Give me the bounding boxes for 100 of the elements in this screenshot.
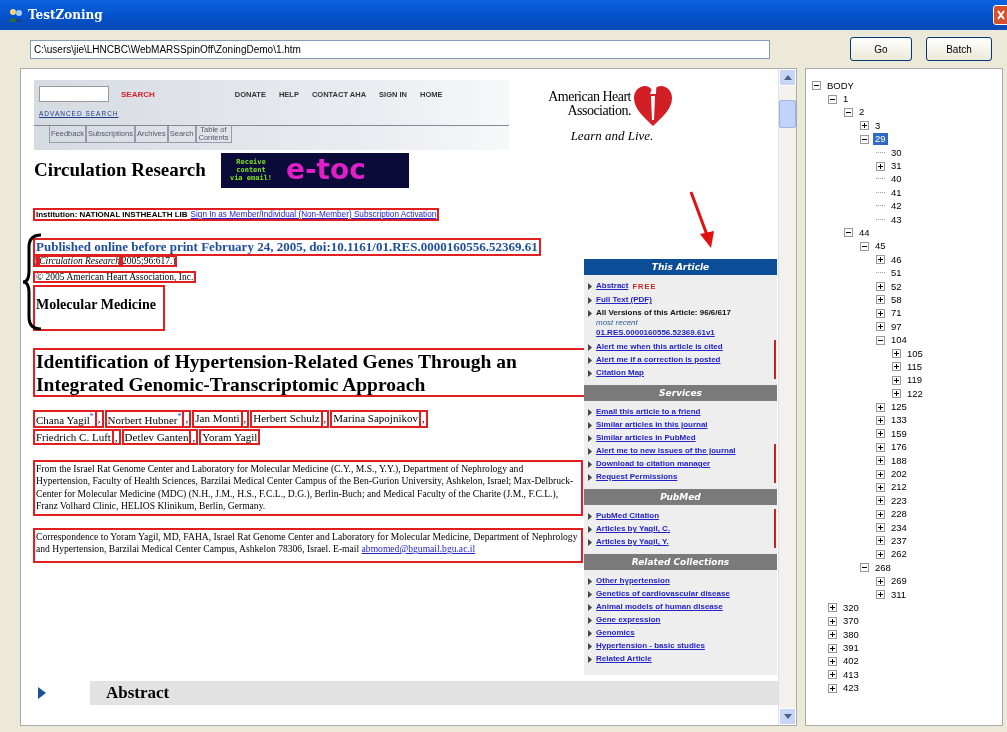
tree-node[interactable]: 2: [857, 106, 867, 119]
expand-icon[interactable]: [828, 630, 837, 640]
sidebar-link[interactable]: Genomics: [596, 628, 635, 637]
sidebar-link[interactable]: Email this article to a friend: [596, 407, 701, 416]
expand-icon[interactable]: [828, 683, 837, 693]
tree-node[interactable]: 41: [889, 186, 904, 199]
tree-node[interactable]: 51: [889, 267, 904, 280]
expand-icon[interactable]: [828, 670, 837, 680]
author-name[interactable]: Friedrich C. Luft: [34, 429, 113, 444]
tree-node[interactable]: 119: [905, 374, 925, 387]
collapse-icon[interactable]: [844, 228, 853, 238]
expand-icon[interactable]: [828, 616, 837, 626]
collapse-icon[interactable]: [844, 107, 853, 117]
sidebar-link[interactable]: Request Permissions: [596, 472, 678, 481]
sidebar-link[interactable]: Alert me if a correction is posted: [596, 355, 721, 364]
sidebar-link[interactable]: Citation Map: [596, 368, 644, 377]
tree-node[interactable]: 44: [857, 227, 872, 239]
sidebar-link[interactable]: Articles by Yagil, Y.: [596, 537, 669, 546]
tree-node[interactable]: 42: [889, 200, 904, 213]
search-button[interactable]: SEARCH: [121, 89, 155, 99]
expand-icon[interactable]: [876, 295, 885, 305]
tree-node[interactable]: 3: [873, 119, 883, 132]
author-name[interactable]: Chana Yagil$^{*}$: [34, 411, 96, 427]
author-name[interactable]: Marina Sapojnikov: [331, 411, 420, 427]
collapse-icon[interactable]: [860, 241, 869, 251]
vertical-scrollbar[interactable]: [778, 69, 796, 725]
expand-icon[interactable]: [892, 349, 901, 358]
tree-node[interactable]: 269: [889, 575, 909, 588]
tree-node[interactable]: 125: [889, 401, 909, 414]
sidebar-link[interactable]: Similar articles in PubMed: [596, 433, 696, 442]
toolbar-button[interactable]: Go: [850, 37, 912, 61]
tree-node[interactable]: 40: [889, 173, 904, 186]
tree-node[interactable]: BODY: [825, 79, 856, 92]
expand-icon[interactable]: [876, 282, 885, 292]
expand-icon[interactable]: [876, 308, 885, 318]
author-name[interactable]: Jan Monti: [193, 411, 242, 427]
tree-node[interactable]: 97: [889, 320, 904, 333]
tree-node[interactable]: 31: [889, 160, 904, 173]
tree-node[interactable]: 234: [889, 521, 909, 534]
version-link[interactable]: 01.RES.0000160556.52369.61v1: [596, 328, 715, 337]
tree-node[interactable]: 115: [905, 360, 925, 373]
expand-icon[interactable]: [876, 442, 885, 452]
tree-node[interactable]: 30: [889, 146, 904, 159]
path-field[interactable]: C:\users\jie\LHNCBC\WebMARSSpinOff\ZoningDemo\1.htm: [30, 39, 770, 59]
expand-icon[interactable]: [876, 402, 885, 412]
tree-node[interactable]: 202: [889, 468, 909, 480]
collapse-icon[interactable]: [812, 81, 821, 91]
expand-icon[interactable]: [876, 576, 885, 586]
expand-icon[interactable]: [876, 482, 885, 492]
tree-node[interactable]: 423: [841, 682, 861, 695]
scroll-up-button[interactable]: [779, 69, 796, 86]
scroll-thumb[interactable]: [779, 100, 796, 128]
expand-icon[interactable]: [828, 643, 837, 653]
sign-in-link[interactable]: Sign In as Member/Individual (Non-Member) Subscription Activation: [190, 210, 437, 219]
tree-node[interactable]: 159: [889, 427, 909, 440]
collapse-icon[interactable]: [828, 94, 837, 104]
sidebar-link[interactable]: Alert me to new issues of the journal: [596, 446, 736, 455]
tree-node[interactable]: 45: [873, 240, 888, 253]
tree-node[interactable]: 268: [873, 561, 893, 574]
tree-node[interactable]: 133: [889, 414, 909, 427]
sidebar-link[interactable]: Articles by Yagil, C.: [596, 524, 671, 533]
sidebar-link[interactable]: Download to citation manager: [596, 459, 711, 468]
expand-icon[interactable]: [876, 536, 885, 546]
tree-node[interactable]: 43: [889, 213, 904, 226]
expand-icon[interactable]: [876, 429, 885, 439]
expand-icon[interactable]: [828, 603, 837, 613]
tree-node[interactable]: 311: [889, 588, 909, 601]
author-name[interactable]: Yoram Yagil: [200, 429, 260, 444]
expand-icon[interactable]: [876, 549, 885, 559]
expand-icon[interactable]: [860, 121, 869, 131]
toolbar-button[interactable]: Batch: [926, 37, 992, 61]
scroll-down-button[interactable]: [779, 708, 796, 725]
tree-node[interactable]: 402: [841, 655, 861, 668]
expand-icon[interactable]: [876, 496, 885, 506]
tree-node[interactable]: 391: [841, 642, 861, 655]
expand-icon[interactable]: [876, 255, 885, 265]
sidebar-link[interactable]: Full Text (PDF): [596, 295, 652, 304]
tree-node[interactable]: 176: [889, 441, 909, 454]
sidebar-link[interactable]: Genetics of cardiovascular disease: [596, 589, 730, 598]
tree-node[interactable]: 380: [841, 628, 861, 641]
expand-icon[interactable]: [892, 389, 901, 399]
sidebar-link[interactable]: Animal models of human disease: [596, 602, 723, 611]
sidebar-link[interactable]: Similar articles in this journal: [596, 420, 708, 429]
tree-node[interactable]: 262: [889, 548, 909, 561]
sidebar-link[interactable]: Other hypertension: [596, 576, 670, 585]
expand-icon[interactable]: [876, 415, 885, 425]
tree-node[interactable]: 52: [889, 280, 904, 293]
tree-node[interactable]: 188: [889, 454, 909, 467]
tree-node[interactable]: 71: [889, 307, 904, 320]
tree-node[interactable]: 29: [873, 133, 888, 146]
email-link[interactable]: abmomed@bgumail.bgu.ac.il: [361, 543, 476, 555]
collapse-icon[interactable]: [876, 335, 885, 345]
sidebar-link[interactable]: Abstract: [596, 281, 629, 290]
sidebar-link[interactable]: Alert me when this article is cited: [596, 342, 723, 351]
expand-icon[interactable]: [876, 469, 885, 479]
tree-node[interactable]: 122: [905, 387, 925, 400]
sidebar-link[interactable]: PubMed Citation: [596, 511, 660, 520]
tree-node[interactable]: 58: [889, 293, 904, 306]
expand-icon[interactable]: [876, 322, 885, 332]
author-name[interactable]: Norbert Hubner$^{*}$: [105, 411, 184, 427]
